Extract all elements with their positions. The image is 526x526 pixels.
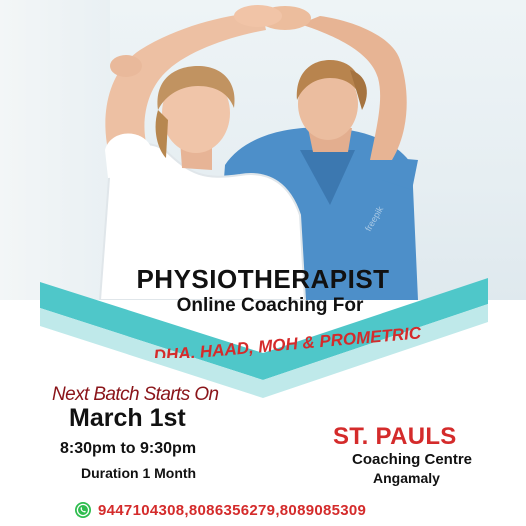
exam-list: DHA, HAAD, MOH & PROMETRIC xyxy=(153,323,423,358)
figures-illustration: freepik xyxy=(98,5,418,300)
class-timing: 8:30pm to 9:30pm xyxy=(60,440,197,457)
org-location: Angamaly xyxy=(373,470,440,486)
next-batch-label: Next Batch Starts On xyxy=(52,384,219,405)
org-subtitle: Coaching Centre xyxy=(352,451,473,468)
course-duration: Duration 1 Month xyxy=(81,465,197,481)
whatsapp-icon xyxy=(75,502,91,518)
contact-row: 9447104308,8086356279,8089085309 xyxy=(74,500,366,520)
start-date: March 1st xyxy=(69,404,186,432)
course-title: PHYSIOTHERAPIST xyxy=(136,264,390,294)
poster: freepik PHYSIOTHERAPIST Online Coaching … xyxy=(0,0,526,526)
course-subtitle: Online Coaching For xyxy=(176,295,364,316)
phone-numbers: 9447104308,8086356279,8089085309 xyxy=(98,501,367,519)
exam-list-banner: DHA, HAAD, MOH & PROMETRIC xyxy=(153,323,423,358)
therapist-patient-photo: freepik xyxy=(0,0,526,300)
org-name: ST. PAULS xyxy=(333,423,457,450)
